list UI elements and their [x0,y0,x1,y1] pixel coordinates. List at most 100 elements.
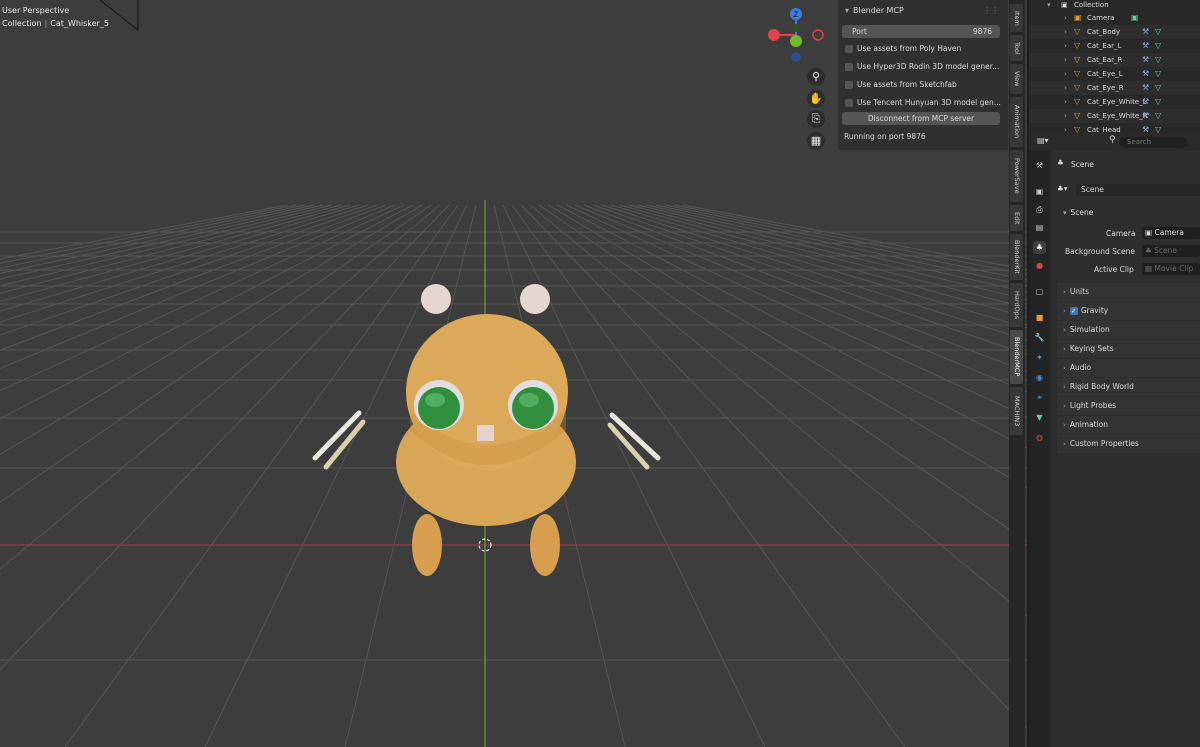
outliner-item-label: Cat_Eye_White_R [1087,112,1148,120]
cat-nose [477,425,494,441]
object-tab-icon[interactable]: ■ [1033,311,1046,324]
material-tab-icon[interactable]: ◍ [1033,431,1046,444]
option-poly-haven[interactable]: Use assets from Poly Haven [842,42,1000,55]
section-units[interactable]: › Units [1057,283,1200,301]
panel-header[interactable]: ▾ Blender MCP ⋮⋮ [841,3,1003,19]
expand-arrow-icon[interactable]: › [1064,81,1067,95]
mesh-object-icon: ▽ [1074,27,1081,36]
expand-arrow-icon[interactable]: › [1064,109,1067,123]
port-field[interactable]: Port 9876 [842,25,1000,38]
outliner-item[interactable]: › ▽ Cat_Body ⚒ ▽ [1029,25,1200,39]
outliner-item-label: Cat_Body [1087,28,1121,36]
navigation-gizmo[interactable]: Z [764,4,828,68]
mesh-data-icon: ▽ [1155,83,1162,92]
tab-hardops[interactable]: HardOps [1010,283,1023,327]
scene-tab-icon[interactable]: ♣ [1033,241,1046,254]
section-gravity[interactable]: › ✓ Gravity [1057,302,1200,320]
section-audio[interactable]: › Audio [1057,359,1200,377]
outliner-item[interactable]: › ▽ Cat_Eye_R ⚒ ▽ [1029,81,1200,95]
zoom-icon[interactable]: ⚲ [807,68,825,86]
section-light-probes[interactable]: › Light Probes [1057,397,1200,415]
option-sketchfab[interactable]: Use assets from Sketchfab [842,78,1000,91]
datablock-field[interactable]: Scene [1076,184,1200,196]
tab-machin3[interactable]: MACHIN3 [1010,387,1023,435]
view-layer-tab-icon[interactable]: ▤ [1033,221,1046,234]
world-tab-icon[interactable]: ● [1033,259,1046,272]
outliner-item-label: Camera [1087,14,1115,22]
camera-field[interactable]: ▣ Camera [1142,227,1200,239]
tool-tab-icon[interactable]: ⚒ [1033,159,1046,172]
search-input[interactable]: Search [1119,137,1187,148]
drag-handle-icon[interactable]: ⋮⋮ [983,3,999,19]
outliner-item[interactable]: › ▽ Cat_Ear_R ⚒ ▽ [1029,53,1200,67]
expand-arrow-icon[interactable]: › [1064,95,1067,109]
constraints-tab-icon[interactable]: ⚭ [1033,391,1046,404]
editor-type-icon[interactable]: ▤▾ [1037,136,1049,145]
tab-powersave[interactable]: PowerSave [1010,150,1023,202]
modifier-icon: ⚒ [1142,55,1150,64]
disconnect-button[interactable]: Disconnect from MCP server [842,112,1000,125]
section-animation[interactable]: › Animation [1057,416,1200,434]
viewport-title: User Perspective [2,6,70,15]
mesh-data-icon: ▽ [1155,41,1162,50]
expand-arrow-icon[interactable]: › [1064,11,1067,25]
particles-tab-icon[interactable]: ✦ [1033,351,1046,364]
modifier-tab-icon[interactable]: 🔧 [1033,331,1046,344]
camera-icon: ▣ [1145,228,1153,237]
background-scene-field[interactable]: ♣ Scene [1142,245,1200,257]
cat-eye-left [418,387,460,429]
tab-blendermcp[interactable]: BlenderMCP [1010,330,1023,384]
option-hunyuan[interactable]: Use Tencent Hunyuan 3D model gen... [842,96,1001,109]
physics-tab-icon[interactable]: ◉ [1033,371,1046,384]
tab-animation[interactable]: Animation [1010,97,1023,147]
tab-view[interactable]: View [1010,64,1023,94]
camera-icon[interactable]: ⎘ [807,110,825,128]
render-tab-icon[interactable]: ▣ [1033,185,1046,198]
cat-model[interactable] [312,284,661,576]
active-clip-field[interactable]: ▦ Movie Clip [1142,263,1200,275]
modifier-icon: ⚒ [1142,27,1150,36]
datablock-icon[interactable]: ♣▾ [1057,184,1068,193]
expand-arrow-icon[interactable]: › [1064,67,1067,81]
checkbox[interactable] [845,98,853,107]
outliner-item[interactable]: › ▽ Cat_Ear_L ⚒ ▽ [1029,39,1200,53]
outliner-item[interactable]: › ▽ Cat_Eye_L ⚒ ▽ [1029,67,1200,81]
expand-arrow-icon[interactable]: › [1064,25,1067,39]
modifier-icon: ⚒ [1142,83,1150,92]
data-tab-icon[interactable]: ▼ [1033,411,1046,424]
outliner-item[interactable]: › ▽ Cat_Eye_White_L ⚒ ▽ [1029,95,1200,109]
section-simulation[interactable]: › Simulation [1057,321,1200,339]
outliner: ▾ ▣ Collection › ▣ Camera ▣ › ▽ Cat_Body ⚒ ▽ › ▽ Ca… [1027,0,1200,134]
outliner-item[interactable]: › ▣ Camera ▣ [1029,11,1200,25]
gizmo-x-neg [812,29,824,41]
checkbox[interactable] [845,80,853,89]
collapse-chevron-icon[interactable]: ▾ [845,6,849,15]
cat-ear-left [421,284,451,314]
section-rigid-body-world[interactable]: › Rigid Body World [1057,378,1200,396]
modifier-icon: ⚒ [1142,69,1150,78]
expand-arrow-icon[interactable]: › [1064,39,1067,53]
scene-panel-header[interactable]: ▾ Scene [1057,204,1200,222]
outliner-item[interactable]: › ▽ Cat_Eye_White_R ⚒ ▽ [1029,109,1200,123]
output-tab-icon[interactable]: ⎙ [1033,203,1046,216]
gravity-checkbox[interactable]: ✓ [1069,307,1078,315]
section-custom-properties[interactable]: › Custom Properties [1057,435,1200,453]
collection-tab-icon[interactable]: ▢ [1033,285,1046,298]
mesh-data-icon: ▽ [1155,111,1162,120]
section-keying-sets[interactable]: › Keying Sets [1057,340,1200,358]
outliner-item-label: Cat_Ear_L [1087,42,1122,50]
expand-arrow-icon[interactable]: › [1064,53,1067,67]
grid-toggle-icon[interactable]: ▦ [807,132,825,150]
mesh-data-icon: ▽ [1155,97,1162,106]
tab-item[interactable]: Item [1010,4,1023,32]
panel-title: Blender MCP [853,6,904,15]
chevron-right-icon: › [1063,421,1066,429]
checkbox[interactable] [845,62,853,71]
hand-pan-icon[interactable]: ✋ [807,90,825,108]
tab-tool[interactable]: Tool [1010,35,1023,61]
tab-blenderkit[interactable]: BlenderKit [1010,234,1023,280]
option-hyper3d[interactable]: Use Hyper3D Rodin 3D model gener... [842,60,1000,73]
properties-tabs: ⚒ ▣ ⎙ ▤ ♣ ● ▢ ■ 🔧 ✦ ◉ ⚭ ▼ ◍ [1029,151,1050,747]
tab-edit[interactable]: Edit [1010,205,1023,231]
checkbox[interactable] [845,44,853,53]
